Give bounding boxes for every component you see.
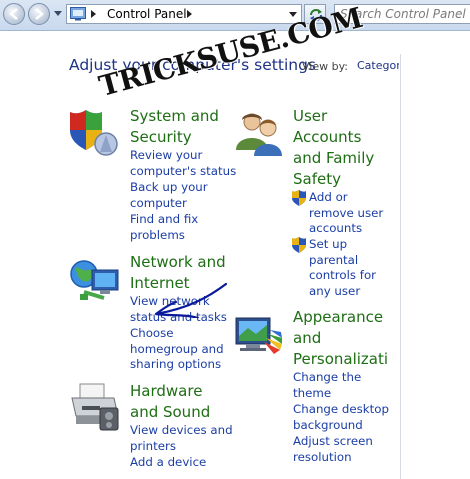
category-system-security-title[interactable]: System and Security	[130, 106, 219, 148]
link-line[interactable]: computer's status	[130, 164, 236, 180]
title-line[interactable]: Personalizati	[293, 349, 388, 370]
hardware-sound-printer-icon[interactable]	[70, 382, 122, 432]
link-line[interactable]: Add a device	[130, 455, 206, 471]
link-line[interactable]: printers	[130, 439, 233, 455]
link-line[interactable]: Add or	[309, 190, 383, 206]
link-line[interactable]: Set up	[309, 237, 376, 253]
back-button[interactable]	[3, 3, 25, 25]
category-hardware-sound-title[interactable]: Hardware and Sound	[130, 381, 210, 423]
link-line[interactable]: Change the	[293, 370, 361, 386]
link-change-theme[interactable]: Change the theme	[293, 370, 361, 401]
link-line[interactable]: theme	[293, 386, 361, 402]
link-set-up-parental-controls[interactable]: Set up parental controls for any user	[309, 237, 376, 299]
link-line[interactable]: sharing options	[130, 357, 224, 373]
breadcrumb-control-panel[interactable]: Control Panel	[107, 7, 187, 21]
appearance-monitor-palette-icon[interactable]	[234, 316, 284, 356]
title-line[interactable]: User	[293, 106, 374, 127]
uac-shield-icon	[292, 237, 306, 253]
link-line[interactable]: resolution	[293, 450, 373, 466]
link-line[interactable]: Adjust screen	[293, 434, 373, 450]
link-line[interactable]: Choose	[130, 326, 224, 342]
link-line[interactable]: remove user	[309, 206, 383, 222]
title-line[interactable]: and Sound	[130, 402, 210, 423]
link-view-devices-printers[interactable]: View devices and printers	[130, 423, 233, 454]
link-line[interactable]: background	[293, 418, 389, 434]
link-line[interactable]: accounts	[309, 221, 383, 237]
link-line[interactable]: controls for	[309, 268, 376, 284]
recent-pages-dropdown-icon[interactable]	[54, 10, 62, 18]
title-line[interactable]: and	[293, 328, 388, 349]
title-line[interactable]: Security	[130, 127, 219, 148]
link-line[interactable]: problems	[130, 228, 198, 244]
category-appearance-title[interactable]: Appearance and Personalizati	[293, 307, 388, 370]
link-add-remove-user-accounts[interactable]: Add or remove user accounts	[309, 190, 383, 237]
system-security-shield-icon[interactable]	[70, 108, 120, 156]
forward-button[interactable]	[28, 3, 50, 25]
link-add-device[interactable]: Add a device	[130, 455, 206, 471]
control-panel-icon	[70, 7, 86, 21]
link-line[interactable]: Change desktop	[293, 402, 389, 418]
network-internet-globe-icon[interactable]	[70, 258, 122, 304]
title-line[interactable]: Hardware	[130, 381, 210, 402]
title-line[interactable]: Network and	[130, 252, 226, 273]
title-line[interactable]: Safety	[293, 169, 374, 190]
back-arrow-icon	[9, 8, 18, 20]
view-by-dropdown[interactable]: Category	[357, 59, 399, 72]
link-line[interactable]: homegroup and	[130, 342, 224, 358]
scroll-edge-divider	[400, 54, 401, 479]
category-user-accounts-title[interactable]: User Accounts and Family Safety	[293, 106, 374, 190]
uac-shield-icon	[292, 190, 306, 206]
link-change-desktop-background[interactable]: Change desktop background	[293, 402, 389, 433]
link-line[interactable]: any user	[309, 284, 376, 300]
breadcrumb-arrow-icon[interactable]	[187, 10, 193, 18]
link-adjust-screen-resolution[interactable]: Adjust screen resolution	[293, 434, 373, 465]
hand-drawn-arrow-annotation	[154, 282, 228, 318]
title-line[interactable]: System and	[130, 106, 219, 127]
title-line[interactable]: Accounts	[293, 127, 374, 148]
link-back-up-computer[interactable]: Back up your computer	[130, 180, 208, 211]
user-accounts-people-icon[interactable]	[234, 110, 284, 156]
breadcrumb-arrow-icon[interactable]	[91, 10, 97, 18]
link-line[interactable]: Find and fix	[130, 212, 198, 228]
link-line[interactable]: Review your	[130, 148, 236, 164]
link-choose-homegroup[interactable]: Choose homegroup and sharing options	[130, 326, 224, 373]
title-line[interactable]: and Family	[293, 148, 374, 169]
link-line[interactable]: parental	[309, 253, 376, 269]
view-by-label: View by:	[302, 60, 348, 73]
link-find-fix-problems[interactable]: Find and fix problems	[130, 212, 198, 243]
link-line[interactable]: computer	[130, 196, 208, 212]
title-line[interactable]: Appearance	[293, 307, 388, 328]
address-bar[interactable]: Control Panel	[66, 4, 302, 24]
link-line[interactable]: View devices and	[130, 423, 233, 439]
link-line[interactable]: Back up your	[130, 180, 208, 196]
forward-arrow-icon	[35, 8, 44, 20]
address-toolbar: Control Panel	[0, 0, 470, 31]
link-review-computer-status[interactable]: Review your computer's status	[130, 148, 236, 179]
